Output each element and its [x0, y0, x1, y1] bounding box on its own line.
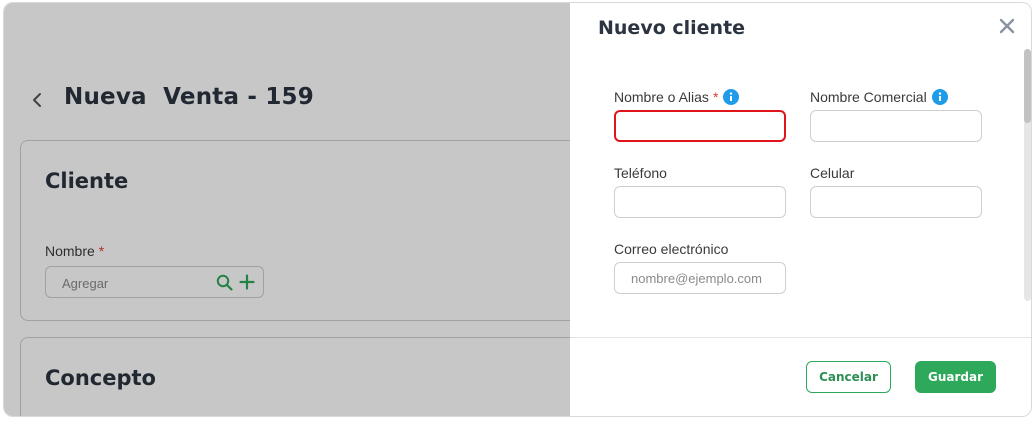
correo-label: Correo electrónico: [614, 241, 729, 257]
nombre-label-text: Nombre o Alias: [614, 89, 709, 105]
nombre-comercial-input[interactable]: [810, 110, 982, 142]
scrollbar-thumb[interactable]: [1024, 49, 1031, 123]
email-field[interactable]: [614, 262, 786, 294]
nombre-label: Nombre o Alias *: [614, 89, 740, 105]
drawer-title: Nuevo cliente: [598, 17, 746, 39]
scrollbar[interactable]: [1024, 49, 1031, 301]
celular-label: Celular: [810, 165, 855, 181]
telefono-label: Teléfono: [614, 165, 667, 181]
nombre-alias-input[interactable]: [614, 110, 786, 142]
nombre-comercial-label: Nombre Comercial: [810, 89, 948, 105]
close-icon[interactable]: [998, 17, 1016, 35]
info-icon[interactable]: [931, 89, 948, 105]
new-client-drawer: Nuevo cliente Nombre o Alias * Nombre Com…: [570, 3, 1031, 416]
nombre-comercial-label-text: Nombre Comercial: [810, 89, 927, 105]
footer-divider: [570, 337, 1031, 338]
cancel-button[interactable]: Cancelar: [806, 361, 891, 393]
info-icon[interactable]: [723, 89, 740, 105]
app-window: Nueva Venta - 159 Cliente Nombre * Agreg…: [3, 2, 1032, 417]
telefono-input[interactable]: [614, 186, 786, 218]
required-mark: *: [712, 89, 719, 105]
celular-input[interactable]: [810, 186, 982, 218]
save-button[interactable]: Guardar: [915, 361, 996, 393]
modal-backdrop[interactable]: [4, 3, 570, 416]
